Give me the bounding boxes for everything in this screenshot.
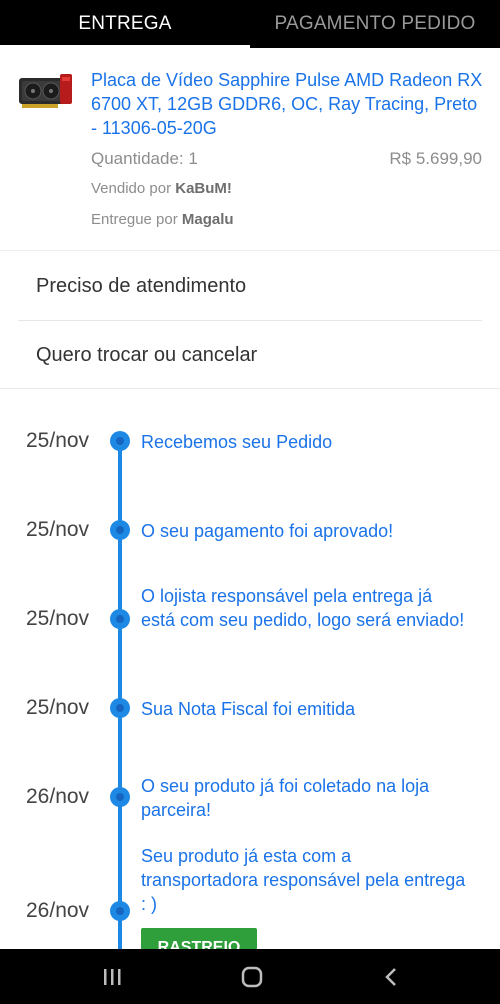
exchange-cancel-label: Quero trocar ou cancelar xyxy=(36,343,258,366)
timeline-dot xyxy=(110,431,130,451)
timeline-date: 26/nov xyxy=(26,899,90,922)
delivered-by-label: Entregue por xyxy=(91,211,178,228)
timeline-date: 26/nov xyxy=(26,785,90,808)
delivered-by: Entregue por Magalu xyxy=(91,211,234,228)
timeline-date: 25/nov xyxy=(26,429,90,452)
product-price: R$ 5.699,90 xyxy=(389,149,482,168)
seller-name: KaBuM! xyxy=(175,180,232,197)
sold-by-label: Vendido por xyxy=(91,180,172,197)
product-title[interactable]: Placa de Vídeo Sapphire Pulse AMD Radeon… xyxy=(91,68,486,140)
recents-icon[interactable] xyxy=(72,949,152,1004)
timeline-event: O lojista responsável pela entrega já es… xyxy=(141,586,465,630)
timeline-dot xyxy=(110,609,130,629)
need-support-option[interactable]: Preciso de atendimento xyxy=(0,252,500,320)
timeline-event: Seu produto já esta com a transportadora… xyxy=(141,846,466,914)
product-quantity: Quantidade: 1 xyxy=(91,149,198,168)
product-card: Placa de Vídeo Sapphire Pulse AMD Radeon… xyxy=(0,48,500,251)
order-timeline: 25/nov Recebemos seu Pedido 25/nov O seu… xyxy=(0,389,500,949)
system-nav-bar xyxy=(0,949,500,1004)
timeline-date: 25/nov xyxy=(26,696,90,719)
tab-entrega[interactable]: ENTREGA xyxy=(0,0,250,48)
timeline-event: O seu pagamento foi aprovado! xyxy=(141,521,394,541)
graphics-card-image[interactable] xyxy=(16,68,74,120)
timeline-event: O seu produto já foi coletado na loja pa… xyxy=(141,776,430,820)
tab-bar: ENTREGA PAGAMENTO PEDIDO xyxy=(0,0,500,48)
home-icon[interactable] xyxy=(212,949,292,1004)
timeline-event: Sua Nota Fiscal foi emitida xyxy=(141,699,356,719)
tab-pagamento-pedido[interactable]: PAGAMENTO PEDIDO xyxy=(250,0,500,48)
back-icon[interactable] xyxy=(352,949,432,1004)
timeline-date: 25/nov xyxy=(26,518,90,541)
delivery-company: Magalu xyxy=(181,211,234,228)
exchange-cancel-option[interactable]: Quero trocar ou cancelar xyxy=(0,321,500,389)
need-support-label: Preciso de atendimento xyxy=(36,274,247,297)
timeline-line xyxy=(118,439,122,949)
track-order-button[interactable]: RASTREIO xyxy=(141,928,257,949)
timeline-dot xyxy=(110,787,130,807)
timeline-dot xyxy=(110,698,130,718)
sold-by: Vendido por KaBuM! xyxy=(91,180,232,197)
timeline-event: Recebemos seu Pedido xyxy=(141,432,333,452)
timeline-dot xyxy=(110,901,130,921)
timeline-date: 25/nov xyxy=(26,607,90,630)
timeline-dot xyxy=(110,520,130,540)
